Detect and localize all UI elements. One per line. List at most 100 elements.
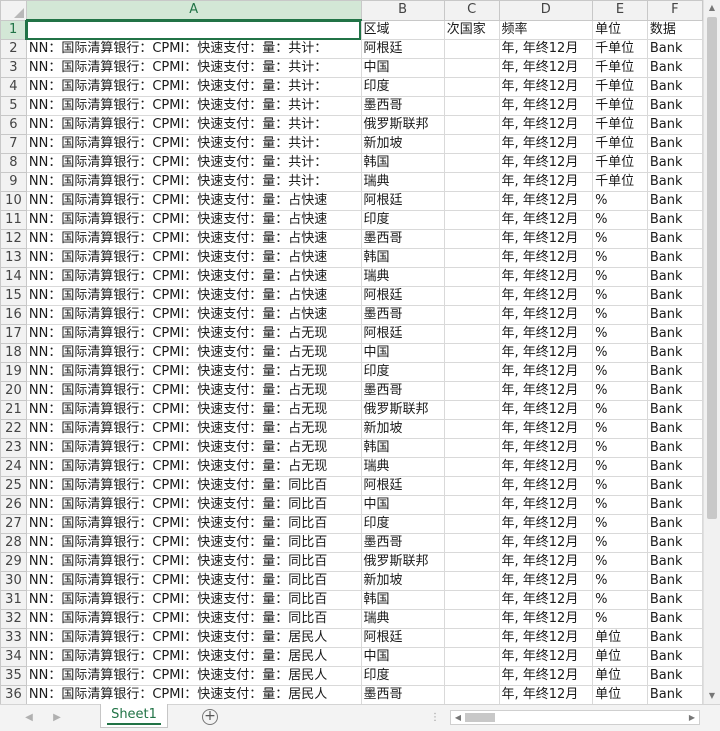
cell-e20[interactable]: % <box>592 381 648 401</box>
row-header[interactable]: 23 <box>0 438 27 458</box>
cell-f14[interactable]: Bank <box>646 267 703 287</box>
cell-a6[interactable]: NN：国际清算银行：CPMI：快速支付：量：共计： <box>25 115 362 135</box>
cell-e11[interactable]: % <box>592 210 648 230</box>
row-header[interactable]: 27 <box>0 514 27 534</box>
cell-e18[interactable]: % <box>592 343 648 363</box>
cell-b34[interactable]: 中国 <box>360 647 445 667</box>
cell-a33[interactable]: NN：国际清算银行：CPMI：快速支付：量：居民人 <box>25 628 362 648</box>
cell-e31[interactable]: % <box>592 590 648 610</box>
cell-b24[interactable]: 瑞典 <box>360 457 445 477</box>
row-header[interactable]: 22 <box>0 419 27 439</box>
cell-d31[interactable]: 年, 年终12月 <box>498 590 594 610</box>
cell-a16[interactable]: NN：国际清算银行：CPMI：快速支付：量：占快速 <box>25 305 362 325</box>
cell-f26[interactable]: Bank <box>646 495 703 515</box>
cell-c14[interactable] <box>443 267 500 287</box>
cell-c6[interactable] <box>443 115 500 135</box>
add-sheet-icon[interactable]: + <box>202 709 218 725</box>
cell-d21[interactable]: 年, 年终12月 <box>498 400 594 420</box>
cell-b18[interactable]: 中国 <box>360 343 445 363</box>
cell-a31[interactable]: NN：国际清算银行：CPMI：快速支付：量：同比百 <box>25 590 362 610</box>
cell-f27[interactable]: Bank <box>646 514 703 534</box>
cell-b26[interactable]: 中国 <box>360 495 445 515</box>
cell-f28[interactable]: Bank <box>646 533 703 553</box>
cell-d6[interactable]: 年, 年终12月 <box>498 115 594 135</box>
cell-f13[interactable]: Bank <box>646 248 703 268</box>
cell-d36[interactable]: 年, 年终12月 <box>498 685 594 704</box>
column-header-b[interactable]: B <box>360 0 445 21</box>
cell-d26[interactable]: 年, 年终12月 <box>498 495 594 515</box>
cell-e35[interactable]: 单位 <box>592 666 648 686</box>
vertical-scrollbar[interactable]: ▲ ▼ <box>703 0 720 704</box>
cell-b1[interactable]: 区域 <box>360 19 445 40</box>
row-header[interactable]: 29 <box>0 552 27 572</box>
cell-c22[interactable] <box>443 419 500 439</box>
cell-e24[interactable]: % <box>592 457 648 477</box>
cell-b7[interactable]: 新加坡 <box>360 134 445 154</box>
cell-d28[interactable]: 年, 年终12月 <box>498 533 594 553</box>
row-header[interactable]: 19 <box>0 362 27 382</box>
cell-e8[interactable]: 千单位 <box>592 153 648 173</box>
row-header[interactable]: 7 <box>0 134 27 154</box>
cell-e19[interactable]: % <box>592 362 648 382</box>
cell-b35[interactable]: 印度 <box>360 666 445 686</box>
cell-f16[interactable]: Bank <box>646 305 703 325</box>
cell-e6[interactable]: 千单位 <box>592 115 648 135</box>
cell-c17[interactable] <box>443 324 500 344</box>
cell-d29[interactable]: 年, 年终12月 <box>498 552 594 572</box>
cell-b27[interactable]: 印度 <box>360 514 445 534</box>
cell-a8[interactable]: NN：国际清算银行：CPMI：快速支付：量：共计： <box>25 153 362 173</box>
sheet-tab-sheet1[interactable]: Sheet1 <box>100 704 168 728</box>
cell-f8[interactable]: Bank <box>646 153 703 173</box>
cell-b6[interactable]: 俄罗斯联邦 <box>360 115 445 135</box>
cell-a2[interactable]: NN：国际清算银行：CPMI：快速支付：量：共计： <box>25 39 362 59</box>
cell-e29[interactable]: % <box>592 552 648 572</box>
cell-b10[interactable]: 阿根廷 <box>360 191 445 211</box>
cell-d17[interactable]: 年, 年终12月 <box>498 324 594 344</box>
cell-e13[interactable]: % <box>592 248 648 268</box>
cell-c19[interactable] <box>443 362 500 382</box>
cell-f31[interactable]: Bank <box>646 590 703 610</box>
cell-f7[interactable]: Bank <box>646 134 703 154</box>
cell-a35[interactable]: NN：国际清算银行：CPMI：快速支付：量：居民人 <box>25 666 362 686</box>
cell-d18[interactable]: 年, 年终12月 <box>498 343 594 363</box>
cell-b5[interactable]: 墨西哥 <box>360 96 445 116</box>
cell-a30[interactable]: NN：国际清算银行：CPMI：快速支付：量：同比百 <box>25 571 362 591</box>
cell-f20[interactable]: Bank <box>646 381 703 401</box>
cell-d16[interactable]: 年, 年终12月 <box>498 305 594 325</box>
cell-c7[interactable] <box>443 134 500 154</box>
cell-a36[interactable]: NN：国际清算银行：CPMI：快速支付：量：居民人 <box>25 685 362 704</box>
cell-f35[interactable]: Bank <box>646 666 703 686</box>
row-header[interactable]: 1 <box>0 19 28 40</box>
cell-c9[interactable] <box>443 172 500 192</box>
cell-b9[interactable]: 瑞典 <box>360 172 445 192</box>
cell-b36[interactable]: 墨西哥 <box>360 685 445 704</box>
cell-a32[interactable]: NN：国际清算银行：CPMI：快速支付：量：同比百 <box>25 609 362 629</box>
cell-b19[interactable]: 印度 <box>360 362 445 382</box>
scroll-down-icon[interactable]: ▼ <box>704 688 720 704</box>
cell-a29[interactable]: NN：国际清算银行：CPMI：快速支付：量：同比百 <box>25 552 362 572</box>
cell-c33[interactable] <box>443 628 500 648</box>
cell-a10[interactable]: NN：国际清算银行：CPMI：快速支付：量：占快速 <box>25 191 362 211</box>
cell-f29[interactable]: Bank <box>646 552 703 572</box>
row-header[interactable]: 30 <box>0 571 27 591</box>
cell-b28[interactable]: 墨西哥 <box>360 533 445 553</box>
cell-b22[interactable]: 新加坡 <box>360 419 445 439</box>
cell-c3[interactable] <box>443 58 500 78</box>
cell-d23[interactable]: 年, 年终12月 <box>498 438 594 458</box>
cell-b21[interactable]: 俄罗斯联邦 <box>360 400 445 420</box>
cell-a24[interactable]: NN：国际清算银行：CPMI：快速支付：量：占无现 <box>25 457 362 477</box>
cell-e28[interactable]: % <box>592 533 648 553</box>
cell-e34[interactable]: 单位 <box>592 647 648 667</box>
cell-f21[interactable]: Bank <box>646 400 703 420</box>
row-header[interactable]: 12 <box>0 229 27 249</box>
cell-b3[interactable]: 中国 <box>360 58 445 78</box>
cell-e33[interactable]: 单位 <box>592 628 648 648</box>
column-header-c[interactable]: C <box>443 0 500 21</box>
cell-c1[interactable]: 次国家 <box>443 19 500 40</box>
cell-b23[interactable]: 韩国 <box>360 438 445 458</box>
cell-f24[interactable]: Bank <box>646 457 703 477</box>
cell-e36[interactable]: 单位 <box>592 685 648 704</box>
cell-f9[interactable]: Bank <box>646 172 703 192</box>
row-header[interactable]: 28 <box>0 533 27 553</box>
cell-f17[interactable]: Bank <box>646 324 703 344</box>
